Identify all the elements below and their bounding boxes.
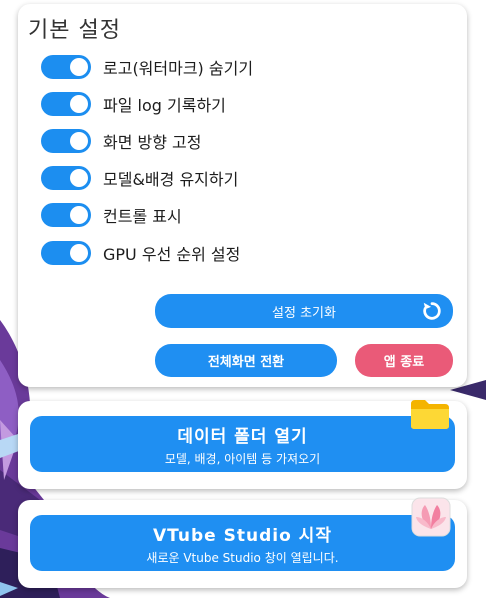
open-data-folder-button[interactable]: 데이터 폴더 열기 모델, 배경, 아이템 등 가져오기 [30, 416, 455, 472]
toggle-knob [70, 244, 88, 262]
hide-logo-toggle[interactable] [41, 55, 91, 79]
toggle-row-hide-logo[interactable]: 로고(워터마크) 숨기기 [41, 54, 253, 80]
toggle-knob [70, 206, 88, 224]
start-vtube-studio-title: VTube Studio 시작 [153, 525, 332, 546]
keep-model-bg-label: 모델&배경 유지하기 [103, 170, 239, 189]
hide-logo-label: 로고(워터마크) 숨기기 [103, 59, 254, 78]
gpu-priority-toggle[interactable] [41, 241, 91, 265]
toggle-row-file-log[interactable]: 파일 log 기록하기 [41, 91, 226, 117]
fullscreen-toggle-button[interactable]: 전체화면 전환 [155, 344, 337, 377]
vtube-studio-panel: VTube Studio 시작 새로운 Vtube Studio 창이 열립니다… [18, 497, 467, 588]
start-vtube-studio-button[interactable]: VTube Studio 시작 새로운 Vtube Studio 창이 열립니다… [30, 515, 455, 571]
reset-settings-label: 설정 초기화 [272, 305, 336, 321]
fullscreen-label: 전체화면 전환 [207, 355, 285, 370]
show-controls-toggle[interactable] [41, 203, 91, 227]
quit-app-button[interactable]: 앱 종료 [355, 344, 453, 377]
toggle-row-gpu-priority[interactable]: GPU 우선 순위 설정 [41, 240, 240, 266]
toggle-knob [70, 132, 88, 150]
reset-icon [423, 302, 441, 320]
reset-settings-button[interactable]: 설정 초기화 [155, 294, 453, 328]
toggle-row-show-controls[interactable]: 컨트롤 표시 [41, 202, 182, 228]
quit-label: 앱 종료 [383, 355, 425, 370]
lock-orientation-label: 화면 방향 고정 [103, 133, 202, 152]
file-log-toggle[interactable] [41, 92, 91, 116]
file-log-label: 파일 log 기록하기 [103, 96, 226, 115]
toggle-knob [70, 169, 88, 187]
show-controls-label: 컨트롤 표시 [103, 207, 182, 226]
data-folder-panel: 데이터 폴더 열기 모델, 배경, 아이템 등 가져오기 [18, 400, 467, 489]
open-data-folder-subtitle: 모델, 배경, 아이템 등 가져오기 [164, 451, 321, 466]
settings-title: 기본 설정 [28, 18, 121, 43]
lock-orientation-toggle[interactable] [41, 129, 91, 153]
settings-panel: 기본 설정 로고(워터마크) 숨기기 파일 log 기록하기 화면 방향 고정 … [18, 4, 467, 387]
toggle-row-keep-model-bg[interactable]: 모델&배경 유지하기 [41, 165, 238, 191]
toggle-knob [70, 58, 88, 76]
gpu-priority-label: GPU 우선 순위 설정 [103, 245, 241, 264]
keep-model-bg-toggle[interactable] [41, 166, 91, 190]
folder-icon [411, 400, 449, 429]
start-vtube-studio-subtitle: 새로운 Vtube Studio 창이 열립니다. [146, 550, 339, 565]
vtube-studio-logo-icon [411, 497, 451, 537]
toggle-row-lock-orientation[interactable]: 화면 방향 고정 [41, 128, 202, 154]
open-data-folder-title: 데이터 폴더 열기 [177, 426, 308, 447]
toggle-knob [70, 95, 88, 113]
